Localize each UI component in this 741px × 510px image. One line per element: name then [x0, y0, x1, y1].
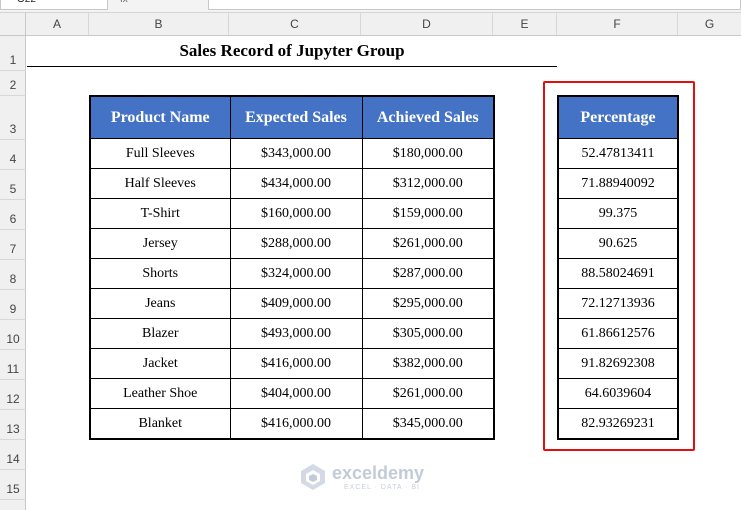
row-header-9[interactable]: 9: [0, 290, 26, 320]
row-header-5[interactable]: 5: [0, 170, 26, 200]
column-header-e[interactable]: E: [493, 13, 557, 35]
achieved-cell[interactable]: $159,000.00: [361, 198, 495, 229]
row-header-12[interactable]: 12: [0, 380, 26, 410]
product-cell[interactable]: Jeans: [89, 288, 231, 319]
row-header-14[interactable]: 14: [0, 440, 26, 470]
product-cell[interactable]: Leather Shoe: [89, 378, 231, 409]
column-header-c[interactable]: C: [229, 13, 361, 35]
achieved-cell[interactable]: $180,000.00: [361, 138, 495, 169]
watermark: exceldemy EXCEL · DATA · BI: [298, 462, 458, 496]
sheet-title[interactable]: Sales Record of Jupyter Group: [27, 41, 557, 61]
column-header-g[interactable]: G: [678, 13, 741, 35]
row-header-11[interactable]: 11: [0, 350, 26, 380]
row-header-4[interactable]: 4: [0, 140, 26, 170]
expected-cell[interactable]: $434,000.00: [229, 168, 363, 199]
watermark-tagline: EXCEL · DATA · BI: [344, 484, 420, 491]
row-header-13[interactable]: 13: [0, 410, 26, 440]
expected-cell[interactable]: $324,000.00: [229, 258, 363, 289]
product-cell[interactable]: Full Sleeves: [89, 138, 231, 169]
product-cell[interactable]: Half Sleeves: [89, 168, 231, 199]
achieved-cell[interactable]: $261,000.00: [361, 378, 495, 409]
product-cell[interactable]: T-Shirt: [89, 198, 231, 229]
title-underline: [27, 66, 557, 67]
expected-cell[interactable]: $409,000.00: [229, 288, 363, 319]
expected-cell[interactable]: $416,000.00: [229, 348, 363, 379]
fx-icon: fx: [120, 0, 204, 10]
name-box[interactable]: O22: [0, 0, 108, 10]
row-header-10[interactable]: 10: [0, 320, 26, 350]
table-row: Jersey $288,000.00 $261,000.00: [89, 228, 495, 259]
product-cell[interactable]: Jacket: [89, 348, 231, 379]
product-cell[interactable]: Blazer: [89, 318, 231, 349]
select-all-corner[interactable]: [0, 13, 26, 35]
table-header-row: Product Name Expected Sales Achieved Sal…: [89, 95, 495, 139]
header-product-name[interactable]: Product Name: [89, 95, 231, 139]
table-row: Shorts $324,000.00 $287,000.00: [89, 258, 495, 289]
achieved-cell[interactable]: $287,000.00: [361, 258, 495, 289]
column-header-d[interactable]: D: [361, 13, 493, 35]
row-header-8[interactable]: 8: [0, 260, 26, 290]
table-row: Blanket $416,000.00 $345,000.00: [89, 408, 495, 440]
table-row: T-Shirt $160,000.00 $159,000.00: [89, 198, 495, 229]
table-row: Full Sleeves $343,000.00 $180,000.00: [89, 138, 495, 169]
table-row: Half Sleeves $434,000.00 $312,000.00: [89, 168, 495, 199]
achieved-cell[interactable]: $312,000.00: [361, 168, 495, 199]
expected-cell[interactable]: $416,000.00: [229, 408, 363, 440]
achieved-cell[interactable]: $382,000.00: [361, 348, 495, 379]
column-header-a[interactable]: A: [26, 13, 89, 35]
expected-cell[interactable]: $343,000.00: [229, 138, 363, 169]
row-header-7[interactable]: 7: [0, 230, 26, 260]
table-row: Jeans $409,000.00 $295,000.00: [89, 288, 495, 319]
highlight-box: [543, 81, 695, 451]
achieved-cell[interactable]: $305,000.00: [361, 318, 495, 349]
formula-input[interactable]: [208, 0, 741, 10]
sales-table: Product Name Expected Sales Achieved Sal…: [89, 95, 495, 440]
product-cell[interactable]: Jersey: [89, 228, 231, 259]
expected-cell[interactable]: $493,000.00: [229, 318, 363, 349]
watermark-name: exceldemy: [332, 463, 425, 483]
row-header-15[interactable]: 15: [0, 470, 26, 500]
column-header-bar: A B C D E F G: [0, 13, 741, 36]
expected-cell[interactable]: $288,000.00: [229, 228, 363, 259]
product-cell[interactable]: Blanket: [89, 408, 231, 440]
column-header-f[interactable]: F: [557, 13, 678, 35]
table-row: Jacket $416,000.00 $382,000.00: [89, 348, 495, 379]
header-expected-sales[interactable]: Expected Sales: [229, 95, 363, 139]
table-row: Leather Shoe $404,000.00 $261,000.00: [89, 378, 495, 409]
column-header-b[interactable]: B: [89, 13, 229, 35]
row-header-3[interactable]: 3: [0, 96, 26, 140]
achieved-cell[interactable]: $295,000.00: [361, 288, 495, 319]
header-achieved-sales[interactable]: Achieved Sales: [361, 95, 495, 139]
table-row: Blazer $493,000.00 $305,000.00: [89, 318, 495, 349]
row-header-6[interactable]: 6: [0, 200, 26, 230]
achieved-cell[interactable]: $345,000.00: [361, 408, 495, 440]
exceldemy-logo-icon: [301, 464, 325, 490]
expected-cell[interactable]: $160,000.00: [229, 198, 363, 229]
row-header-2[interactable]: 2: [0, 71, 26, 96]
formula-bar: O22 fx: [0, 0, 741, 13]
expected-cell[interactable]: $404,000.00: [229, 378, 363, 409]
product-cell[interactable]: Shorts: [89, 258, 231, 289]
achieved-cell[interactable]: $261,000.00: [361, 228, 495, 259]
row-header-1[interactable]: 1: [0, 36, 26, 71]
row-header-bar: 1 2 3 4 5 6 7 8 9 10 11 12 13 14 15: [0, 36, 26, 510]
